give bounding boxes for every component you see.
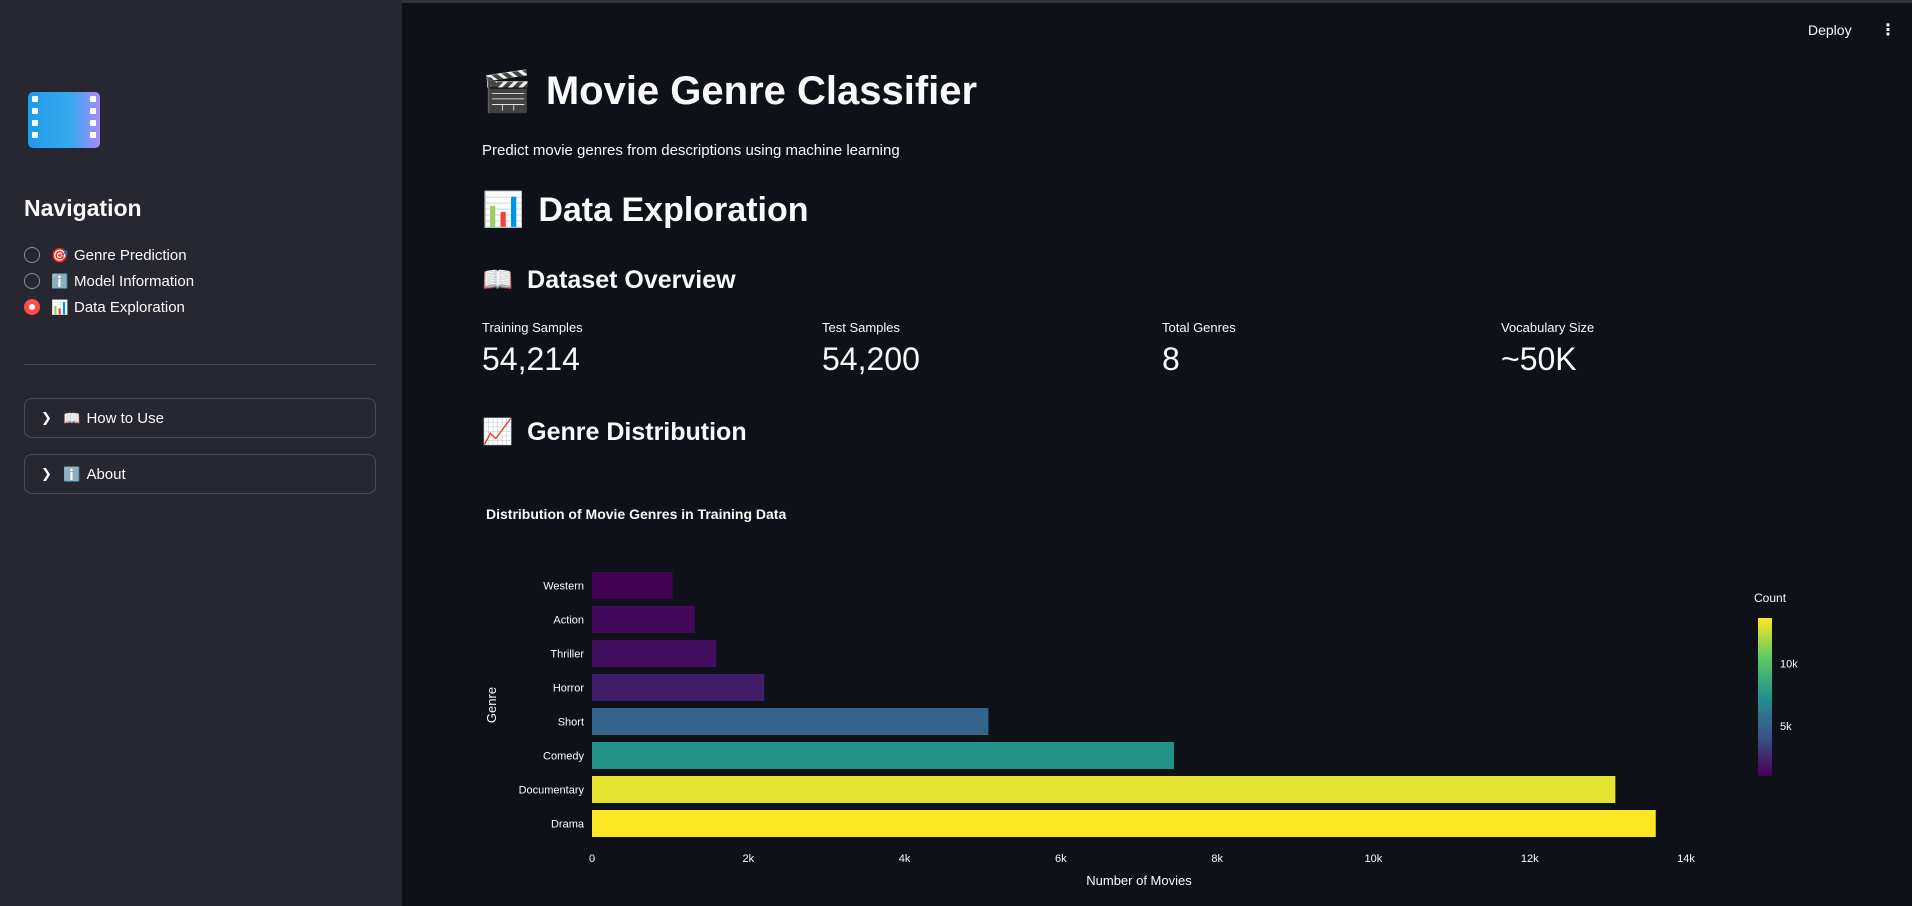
sidebar-divider: [24, 364, 376, 365]
bar-chart-icon: 📊: [51, 298, 69, 315]
x-tick-label: 8k: [1211, 853, 1223, 865]
page-title-text: Movie Genre Classifier: [545, 69, 978, 113]
metric-label: Vocabulary Size: [1501, 320, 1595, 335]
dataset-overview-heading: 📖 Dataset Overview: [482, 266, 736, 295]
metric-training-samples: Training Samples 54,214: [482, 320, 583, 378]
y-tick-label: Comedy: [543, 751, 584, 763]
kebab-menu-icon[interactable]: ⋮: [1880, 22, 1896, 40]
y-tick-label: Drama: [551, 819, 585, 831]
nav-item-model-information[interactable]: ℹ️ Model Information: [24, 268, 194, 294]
sidebar: Navigation 🎯 Genre Prediction ℹ️ Model I…: [0, 0, 402, 906]
info-icon: ℹ️: [51, 272, 69, 289]
trending-chart-icon: 📈: [482, 418, 514, 446]
film-strip-icon: [28, 92, 100, 148]
metric-value: ~50K: [1501, 341, 1577, 377]
x-tick-label: 10k: [1365, 853, 1383, 865]
y-tick-label: Short: [558, 717, 584, 729]
metric-test-samples: Test Samples 54,200: [822, 320, 920, 378]
colorbar-tick-label: 5k: [1780, 721, 1792, 733]
deploy-button[interactable]: Deploy: [1808, 22, 1852, 38]
colorbar-title: Count: [1754, 591, 1787, 605]
y-tick-label: Horror: [553, 683, 585, 695]
x-tick-label: 2k: [742, 853, 754, 865]
about-expander[interactable]: ❯ ℹ️ About: [24, 454, 376, 494]
page-subtitle: Predict movie genres from descriptions u…: [482, 142, 900, 159]
bar-chart-icon: 📊: [482, 191, 525, 229]
chevron-right-icon: ❯: [41, 410, 52, 425]
nav-radio-group: 🎯 Genre Prediction ℹ️ Model Information …: [24, 242, 194, 320]
genre-distribution-text: Genre Distribution: [527, 418, 747, 446]
y-axis-label: Genre: [484, 687, 499, 723]
metric-total-genres: Total Genres 8: [1162, 320, 1236, 378]
bar-action[interactable]: [592, 606, 695, 633]
x-tick-label: 14k: [1677, 853, 1695, 865]
genre-distribution-heading: 📈 Genre Distribution: [482, 418, 747, 447]
x-tick-label: 6k: [1055, 853, 1067, 865]
bar-horror[interactable]: [592, 674, 765, 701]
info-icon: ℹ️: [63, 465, 81, 482]
nav-item-genre-prediction[interactable]: 🎯 Genre Prediction: [24, 242, 194, 268]
page-title: 🎬 Movie Genre Classifier: [482, 68, 977, 115]
expander-label: How to Use: [86, 409, 164, 427]
bar-western[interactable]: [592, 572, 673, 599]
expander-label: About: [86, 465, 126, 483]
bar-documentary[interactable]: [592, 776, 1616, 803]
metric-label: Total Genres: [1162, 320, 1236, 335]
metric-label: Training Samples: [482, 320, 583, 335]
y-tick-label: Documentary: [519, 785, 585, 797]
bar-thriller[interactable]: [592, 640, 717, 667]
nav-item-data-exploration[interactable]: 📊 Data Exploration: [24, 294, 194, 320]
metric-vocabulary-size: Vocabulary Size ~50K: [1501, 320, 1594, 378]
radio-button[interactable]: [24, 273, 40, 289]
x-tick-label: 0: [589, 853, 595, 865]
y-tick-label: Action: [553, 615, 584, 627]
section-heading-text: Data Exploration: [538, 190, 809, 229]
bar-drama[interactable]: [592, 810, 1656, 837]
genre-distribution-chart[interactable]: Western Action Thriller Horror Short Comedy Do…: [470, 540, 1810, 896]
radio-button[interactable]: [24, 247, 40, 263]
nav-item-label: Genre Prediction: [74, 246, 187, 264]
target-icon: 🎯: [51, 246, 69, 263]
book-icon: 📖: [482, 266, 514, 294]
radio-button-selected[interactable]: [24, 299, 40, 315]
bar-comedy[interactable]: [592, 742, 1174, 769]
x-tick-label: 4k: [899, 853, 911, 865]
nav-item-label: Data Exploration: [74, 298, 185, 316]
dataset-overview-text: Dataset Overview: [527, 266, 736, 294]
metric-value: 8: [1162, 341, 1180, 377]
y-tick-label: Western: [543, 581, 584, 593]
book-icon: 📖: [63, 409, 81, 426]
colorbar-tick-label: 10k: [1780, 658, 1798, 670]
section-heading: 📊 Data Exploration: [482, 190, 809, 230]
x-axis-label: Number of Movies: [1086, 873, 1192, 888]
y-tick-label: Thriller: [550, 649, 584, 661]
chart-title: Distribution of Movie Genres in Training…: [486, 506, 787, 522]
bar-short[interactable]: [592, 708, 989, 735]
x-tick-label: 12k: [1521, 853, 1539, 865]
how-to-use-expander[interactable]: ❯ 📖 How to Use: [24, 398, 376, 438]
clapper-board-icon: 🎬: [482, 70, 532, 114]
metric-value: 54,200: [822, 341, 920, 377]
chevron-right-icon: ❯: [41, 466, 52, 481]
nav-title: Navigation: [24, 195, 142, 221]
nav-item-label: Model Information: [74, 272, 195, 290]
metric-label: Test Samples: [822, 320, 901, 335]
metric-value: 54,214: [482, 341, 580, 377]
colorbar: [1758, 618, 1772, 776]
